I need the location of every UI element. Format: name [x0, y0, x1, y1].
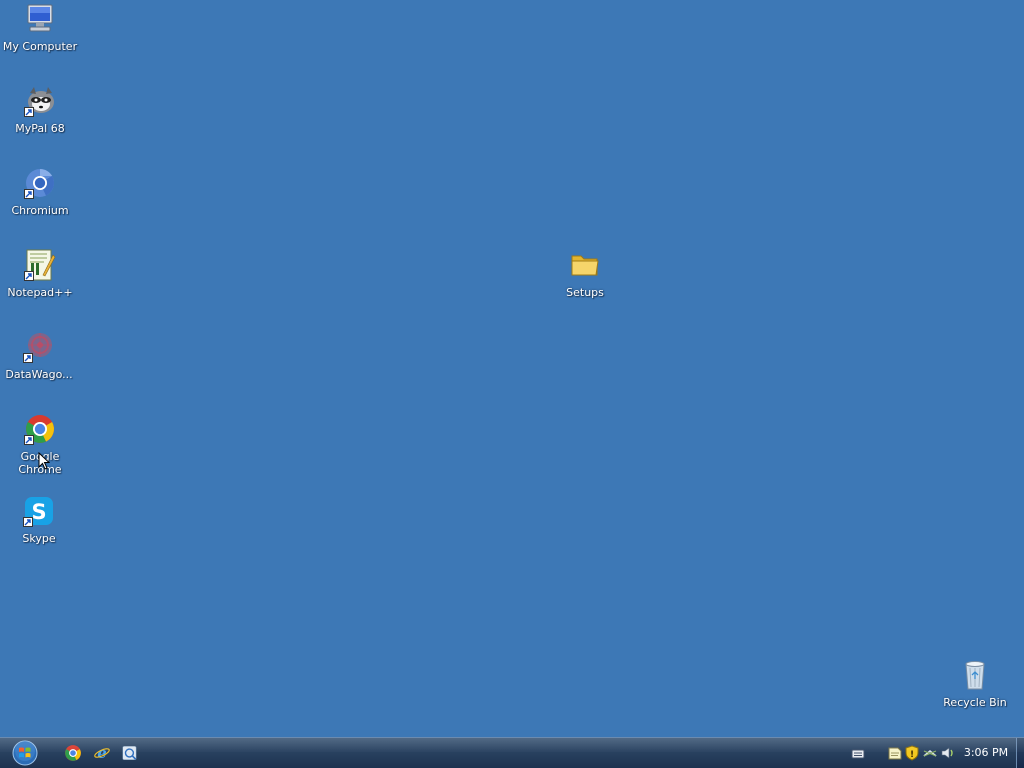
taskbar: e ! 3:06 PM	[0, 737, 1024, 768]
svg-text:S: S	[31, 500, 46, 524]
show-desktop-button[interactable]	[1016, 738, 1024, 768]
tray-notes[interactable]	[887, 745, 903, 761]
shortcut-arrow-icon	[24, 271, 34, 281]
shortcut-arrow-icon	[24, 107, 34, 117]
chromium-icon	[24, 167, 56, 199]
raccoon-icon	[24, 85, 56, 117]
desktop-icon-label: Recycle Bin	[943, 696, 1007, 709]
security-shield-icon: !	[905, 745, 919, 761]
recycle-bin-icon	[959, 659, 991, 691]
desktop-icon-label: Skype	[22, 532, 56, 545]
svg-text:e: e	[97, 745, 106, 762]
shortcut-arrow-icon	[24, 435, 34, 445]
tray-keyboard[interactable]	[850, 745, 866, 761]
desktop-icon-label: Notepad++	[7, 286, 73, 299]
shortcut-arrow-icon	[23, 353, 33, 363]
notepad-plus-plus-icon	[24, 249, 56, 281]
folder-icon	[569, 249, 601, 281]
notes-icon	[888, 747, 902, 760]
desktop-icon-label: MyPal 68	[15, 122, 65, 135]
start-button[interactable]	[9, 739, 41, 767]
desktop-icon-notepad-plus-plus[interactable]: Notepad++	[1, 249, 79, 299]
shortcut-arrow-icon	[24, 189, 34, 199]
keyboard-icon	[851, 749, 865, 759]
quick-launch-explorer[interactable]	[121, 744, 139, 762]
quick-launch-chrome[interactable]	[64, 744, 82, 762]
svg-text:!: !	[910, 750, 914, 760]
desktop-icon-chromium[interactable]: Chromium	[1, 167, 79, 217]
desktop-icon-setups-folder[interactable]: Setups	[546, 249, 624, 299]
tray-network[interactable]	[922, 745, 938, 761]
network-icon	[923, 749, 937, 757]
windows-orb-icon	[12, 740, 38, 766]
tray-volume[interactable]	[940, 745, 956, 761]
datawagon-icon	[23, 331, 55, 363]
desktop-icon-label: Chromium	[11, 204, 69, 217]
shortcut-arrow-icon	[23, 517, 33, 527]
desktop-icon-mypal[interactable]: MyPal 68	[1, 85, 79, 135]
desktop-icon-label: Setups	[566, 286, 604, 299]
desktop-icon-label: DataWago...	[5, 368, 73, 381]
computer-icon	[24, 3, 56, 35]
mouse-cursor-icon	[38, 452, 50, 470]
desktop-icon-recycle-bin[interactable]: Recycle Bin	[936, 659, 1014, 709]
explorer-icon	[122, 745, 137, 761]
desktop[interactable]: My Computer MyPal 68 Chromium Notepad++ …	[0, 0, 1024, 737]
desktop-icon-datawagon[interactable]: DataWago...	[0, 331, 78, 381]
volume-icon	[941, 747, 953, 759]
quick-launch-internet-explorer[interactable]: e	[93, 744, 111, 762]
chrome-icon	[65, 745, 81, 761]
taskbar-clock[interactable]: 3:06 PM	[958, 746, 1014, 759]
skype-icon: S	[23, 495, 55, 527]
desktop-icon-label: My Computer	[2, 40, 78, 53]
internet-explorer-icon: e	[94, 745, 110, 762]
chrome-icon	[24, 413, 56, 445]
tray-security[interactable]: !	[904, 745, 920, 761]
desktop-icon-my-computer[interactable]: My Computer	[1, 3, 79, 53]
desktop-icon-skype[interactable]: S Skype	[0, 495, 78, 545]
